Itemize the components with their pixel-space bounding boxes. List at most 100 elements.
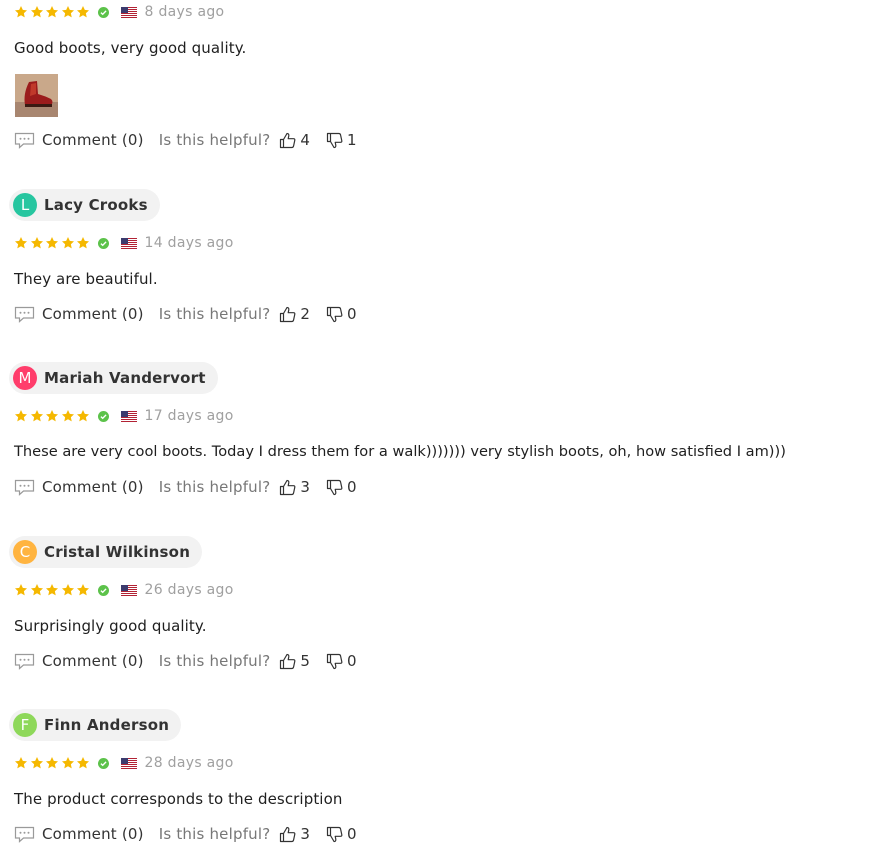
helpful-label: Is this helpful?	[158, 478, 271, 496]
like-count: 3	[300, 478, 310, 496]
review-text: They are beautiful.	[14, 270, 158, 288]
avatar: L	[13, 193, 37, 217]
star-rating	[14, 409, 92, 423]
star-rating	[14, 5, 92, 19]
review-actions: Comment (0) Is this helpful? 3 0	[14, 823, 357, 845]
helpful-label: Is this helpful?	[158, 131, 271, 149]
thumbs-up-icon[interactable]	[279, 653, 296, 670]
author-name: Finn Anderson	[44, 716, 170, 734]
star-rating	[14, 583, 92, 597]
review-item: C Cristal Wilkinson 26 days ago Surprisi…	[9, 521, 884, 694]
star-icon	[30, 757, 43, 769]
star-icon	[61, 237, 74, 249]
star-icon	[30, 410, 43, 422]
verified-check-icon	[97, 757, 109, 769]
author-pill: L Lacy Crooks	[9, 189, 160, 221]
helpful-label: Is this helpful?	[158, 825, 271, 843]
star-icon	[61, 410, 74, 422]
dislike-count: 0	[346, 305, 357, 323]
review-meta: 28 days ago	[14, 754, 234, 772]
comment-link[interactable]: Comment (0)	[42, 652, 144, 670]
star-icon	[76, 584, 90, 596]
avatar: F	[13, 713, 37, 737]
verified-check-icon	[97, 584, 109, 596]
review-date: 26 days ago	[144, 582, 234, 598]
star-icon	[14, 757, 28, 769]
star-icon	[61, 584, 74, 596]
author-name: Mariah Vandervort	[44, 369, 206, 387]
us-flag-icon	[120, 237, 137, 249]
us-flag-icon	[120, 757, 137, 769]
comment-link[interactable]: Comment (0)	[42, 305, 144, 323]
review-meta: 14 days ago	[14, 234, 234, 252]
comment-link[interactable]: Comment (0)	[42, 478, 144, 496]
star-icon	[14, 237, 28, 249]
thumbs-down-icon[interactable]	[326, 479, 343, 496]
review-text: These are very cool boots. Today I dress…	[14, 443, 786, 460]
review-actions: Comment (0) Is this helpful? 3 0	[14, 476, 357, 498]
star-icon	[30, 237, 43, 249]
review-item: M Mariah Vandervort 17 days ago These ar…	[9, 347, 884, 520]
like-count: 3	[300, 825, 310, 843]
thumbs-up-icon[interactable]	[279, 479, 296, 496]
star-icon	[45, 757, 59, 769]
star-rating	[14, 756, 92, 770]
thumbs-down-icon[interactable]	[326, 653, 343, 670]
review-actions: Comment (0) Is this helpful? 4 1	[14, 129, 357, 151]
star-icon	[14, 410, 28, 422]
thumbs-up-icon[interactable]	[279, 132, 296, 149]
author-pill: F Finn Anderson	[9, 709, 182, 741]
helpful-label: Is this helpful?	[158, 652, 271, 670]
dislike-count: 1	[346, 131, 357, 149]
us-flag-icon	[120, 6, 137, 18]
review-photo[interactable]	[15, 74, 58, 117]
avatar: C	[13, 540, 37, 564]
star-icon	[45, 410, 59, 422]
review-actions: Comment (0) Is this helpful? 5 0	[14, 650, 357, 672]
dislike-count: 0	[346, 478, 357, 496]
comment-icon[interactable]	[14, 132, 35, 149]
star-icon	[61, 6, 74, 18]
author-name: Cristal Wilkinson	[44, 543, 191, 561]
us-flag-icon	[120, 584, 137, 596]
helpful-label: Is this helpful?	[158, 305, 271, 323]
dislike-count: 0	[346, 652, 357, 670]
avatar: M	[13, 366, 37, 390]
review-meta: 17 days ago	[14, 407, 234, 425]
thumbs-down-icon[interactable]	[326, 826, 343, 843]
thumbs-up-icon[interactable]	[279, 826, 296, 843]
star-icon	[30, 6, 43, 18]
review-item: L Lacy Crooks 14 days ago They are beaut…	[9, 174, 884, 347]
star-icon	[76, 757, 90, 769]
review-text: The product corresponds to the descripti…	[14, 790, 343, 808]
review-actions: Comment (0) Is this helpful? 2 0	[14, 303, 357, 325]
star-icon	[76, 237, 90, 249]
thumbs-up-icon[interactable]	[279, 306, 296, 323]
star-rating	[14, 236, 92, 250]
like-count: 4	[300, 131, 310, 149]
comment-link[interactable]: Comment (0)	[42, 131, 144, 149]
author-pill: M Mariah Vandervort	[9, 362, 218, 394]
comment-link[interactable]: Comment (0)	[42, 825, 144, 843]
review-item: F Finn Anderson 28 days ago The product …	[9, 694, 884, 867]
star-icon	[76, 410, 90, 422]
thumbs-down-icon[interactable]	[326, 306, 343, 323]
verified-check-icon	[97, 410, 109, 422]
review-text: Good boots, very good quality.	[14, 39, 247, 57]
comment-icon[interactable]	[14, 653, 35, 670]
verified-check-icon	[97, 6, 109, 18]
review-date: 8 days ago	[144, 4, 225, 20]
star-icon	[14, 584, 28, 596]
review-date: 14 days ago	[144, 235, 234, 251]
star-icon	[30, 584, 43, 596]
author-name: Lacy Crooks	[44, 196, 148, 214]
thumbs-down-icon[interactable]	[326, 132, 343, 149]
review-meta: 8 days ago	[14, 3, 224, 21]
review-meta: 26 days ago	[14, 581, 234, 599]
verified-check-icon	[97, 237, 109, 249]
us-flag-icon	[120, 410, 137, 422]
comment-icon[interactable]	[14, 479, 35, 496]
comment-icon[interactable]	[14, 826, 35, 843]
comment-icon[interactable]	[14, 306, 35, 323]
star-icon	[76, 6, 90, 18]
